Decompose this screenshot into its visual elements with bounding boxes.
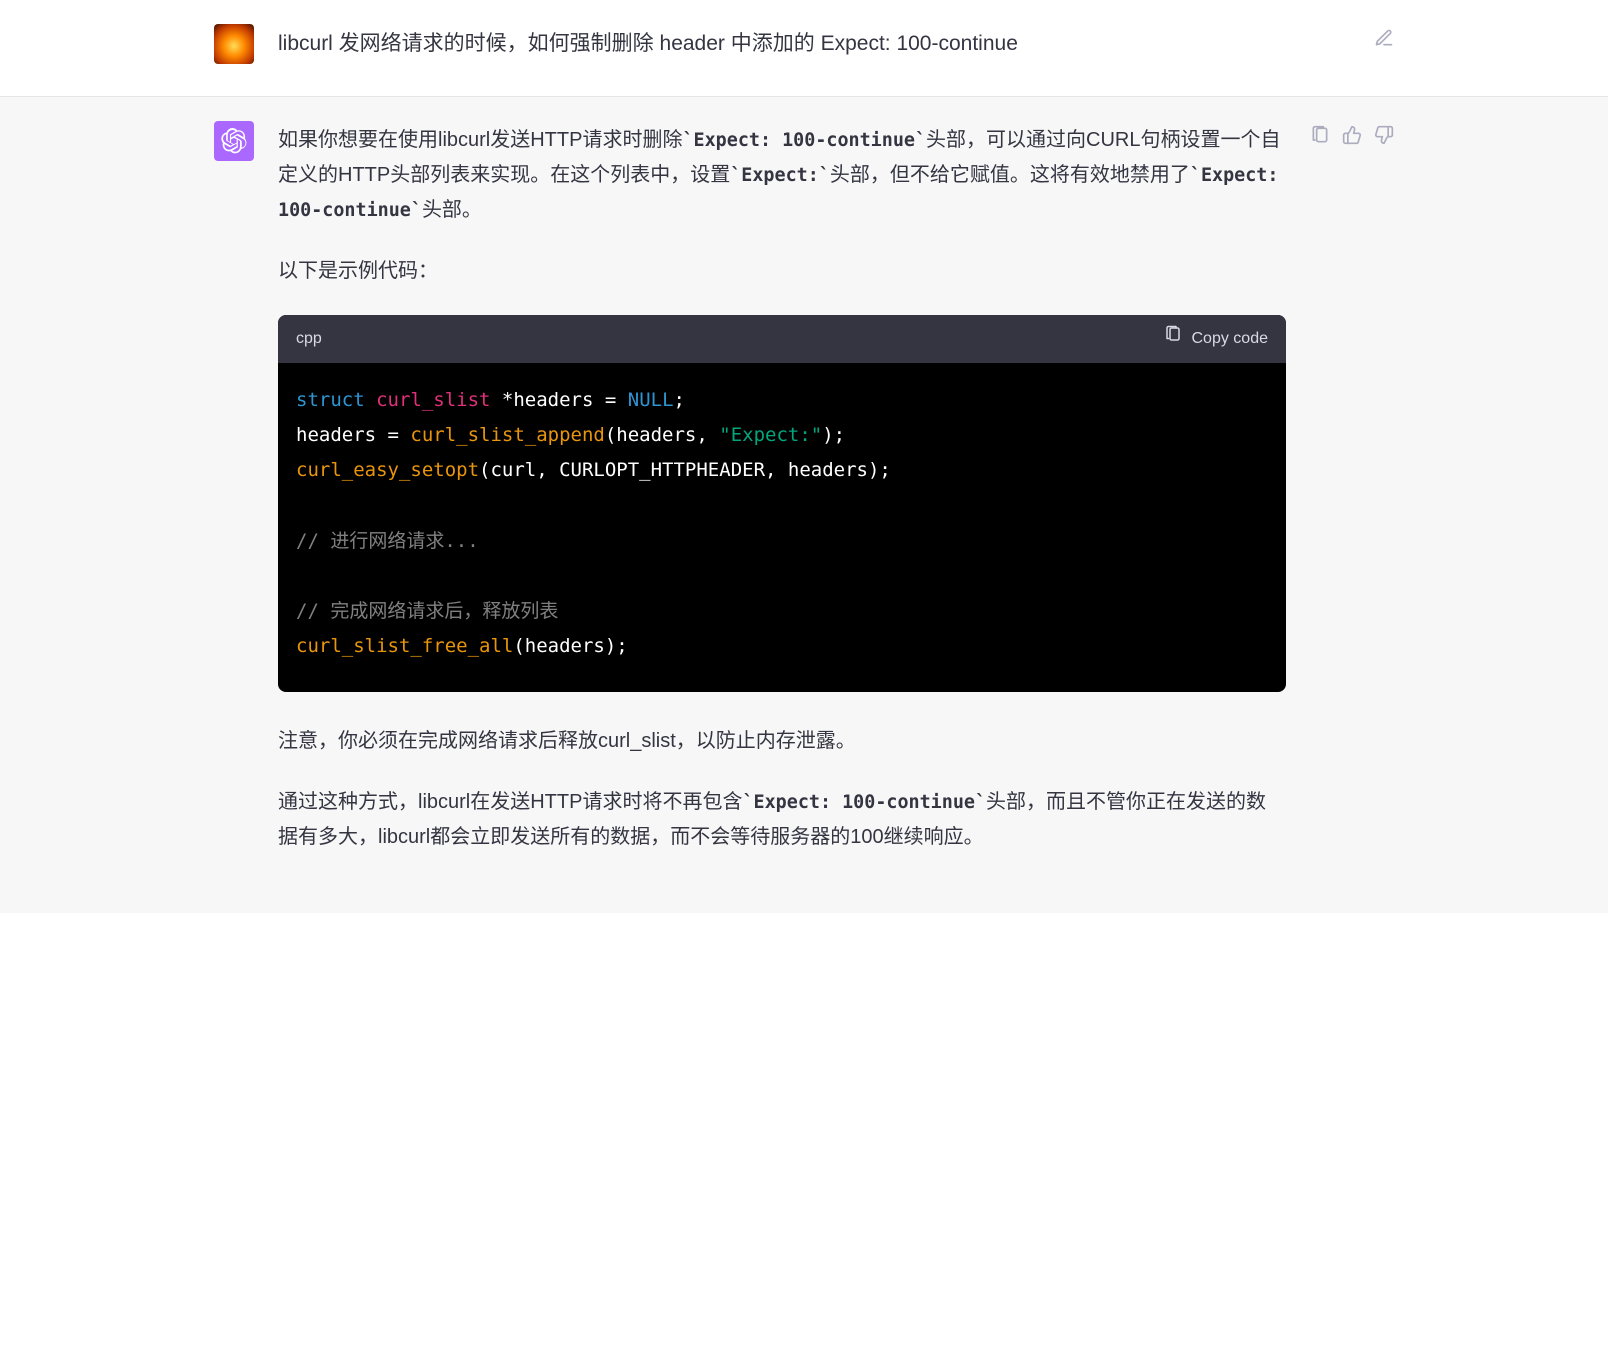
- clipboard-icon: [1164, 325, 1182, 353]
- inline-code: `Expect:`: [730, 165, 830, 186]
- code-token: struct: [296, 389, 365, 411]
- thumbs-up-icon[interactable]: [1342, 125, 1362, 145]
- code-language-label: cpp: [296, 325, 322, 353]
- clipboard-icon[interactable]: [1310, 125, 1330, 145]
- code-token: (headers);: [513, 635, 627, 657]
- code-token: curl_easy_setopt: [296, 459, 479, 481]
- code-token: "Expect:": [719, 424, 822, 446]
- assistant-avatar: [214, 121, 254, 161]
- code-token: ;: [674, 389, 685, 411]
- code-token: // 进行网络请求...: [296, 530, 479, 552]
- code-token: // 完成网络请求后，释放列表: [296, 600, 558, 622]
- text-segment: 如果你想要在使用libcurl发送HTTP请求时删除: [278, 129, 682, 151]
- assistant-message-inner: 如果你想要在使用libcurl发送HTTP请求时删除`Expect: 100-c…: [214, 121, 1394, 881]
- user-message-text: libcurl 发网络请求的时候，如何强制删除 header 中添加的 Expe…: [278, 24, 1350, 63]
- code-content[interactable]: struct curl_slist *headers = NULL; heade…: [278, 363, 1286, 692]
- code-token: NULL: [628, 389, 674, 411]
- thumbs-down-icon[interactable]: [1374, 125, 1394, 145]
- code-token: );: [822, 424, 845, 446]
- user-avatar: [214, 24, 254, 64]
- assistant-paragraph-4: 通过这种方式，libcurl在发送HTTP请求时将不再包含`Expect: 10…: [278, 785, 1286, 855]
- code-token: curl_slist_append: [410, 424, 604, 446]
- assistant-message-actions: [1310, 121, 1394, 145]
- inline-code: `Expect: 100-continue`: [682, 130, 926, 151]
- assistant-message-block: 如果你想要在使用libcurl发送HTTP请求时删除`Expect: 100-c…: [0, 97, 1608, 913]
- code-token: headers =: [296, 424, 410, 446]
- copy-code-label: Copy code: [1192, 325, 1269, 353]
- text-segment: 头部，但不给它赋值。这将有效地禁用了: [830, 164, 1190, 186]
- assistant-message-content: 如果你想要在使用libcurl发送HTTP请求时删除`Expect: 100-c…: [278, 121, 1286, 881]
- code-token: (curl, CURLOPT_HTTPHEADER, headers);: [479, 459, 891, 481]
- code-token: (headers,: [605, 424, 719, 446]
- user-message-inner: libcurl 发网络请求的时候，如何强制删除 header 中添加的 Expe…: [214, 24, 1394, 64]
- code-block: cpp Copy code struct curl_slist *headers…: [278, 315, 1286, 692]
- code-token: *headers =: [490, 389, 627, 411]
- code-block-header: cpp Copy code: [278, 315, 1286, 363]
- text-segment: 头部。: [422, 199, 482, 221]
- user-message-block: libcurl 发网络请求的时候，如何强制删除 header 中添加的 Expe…: [0, 0, 1608, 97]
- code-token: curl_slist_free_all: [296, 635, 513, 657]
- assistant-paragraph-1: 如果你想要在使用libcurl发送HTTP请求时删除`Expect: 100-c…: [278, 123, 1286, 228]
- code-token: curl_slist: [376, 389, 490, 411]
- copy-code-button[interactable]: Copy code: [1164, 325, 1269, 353]
- text-segment: 通过这种方式，libcurl在发送HTTP请求时将不再包含: [278, 791, 742, 813]
- assistant-paragraph-2: 以下是示例代码：: [278, 254, 1286, 289]
- user-message-actions: [1374, 24, 1394, 48]
- assistant-paragraph-3: 注意，你必须在完成网络请求后释放curl_slist，以防止内存泄露。: [278, 724, 1286, 759]
- inline-code: `Expect: 100-continue`: [742, 792, 986, 813]
- edit-icon[interactable]: [1374, 28, 1394, 48]
